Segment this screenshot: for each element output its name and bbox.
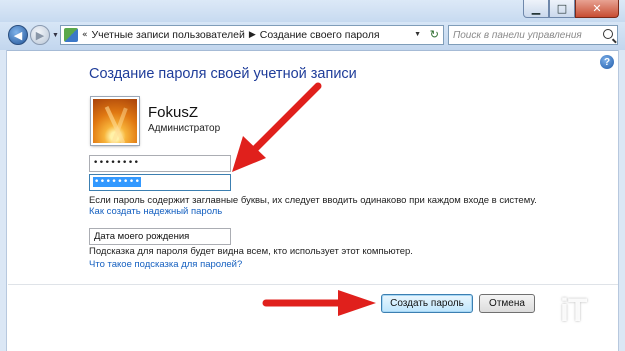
back-button[interactable]: ◀	[8, 25, 28, 45]
user-role: Администратор	[148, 123, 221, 134]
confirm-password-field[interactable]: ••••••••	[89, 174, 231, 191]
window-left-border	[0, 50, 7, 351]
search-box[interactable]	[448, 25, 618, 45]
address-dropdown-icon[interactable]: ▼	[414, 31, 421, 38]
minimize-button[interactable]: ▁	[523, 0, 549, 18]
arrow-to-password-fields	[232, 82, 322, 172]
control-panel-icon	[64, 28, 78, 42]
address-bar[interactable]: « Учетные записи пользователей ▶ Создани…	[60, 25, 444, 45]
forward-button[interactable]: ▶	[30, 25, 50, 45]
cancel-button[interactable]: Отмена	[479, 294, 535, 313]
user-name: FokusZ	[148, 104, 199, 121]
search-icon[interactable]	[603, 29, 613, 39]
recent-pages-chevron-icon[interactable]: ▼	[52, 32, 59, 39]
arrow-to-create-button	[262, 290, 376, 316]
new-password-field[interactable]: ••••••••	[89, 155, 231, 172]
breadcrumb-overflow[interactable]: «	[82, 30, 88, 40]
title-bar: ▁ □ ✕	[0, 0, 625, 22]
strong-password-link[interactable]: Как создать надежный пароль	[89, 206, 222, 217]
help-icon[interactable]: ?	[600, 55, 614, 69]
window-controls: ▁ □ ✕	[523, 0, 619, 18]
password-hint-field[interactable]: Дата моего рождения	[89, 228, 231, 245]
hint-visibility-note: Подсказка для пароля будет видна всем, к…	[89, 246, 413, 257]
create-password-button[interactable]: Создать пароль	[381, 294, 473, 313]
refresh-icon[interactable]: ↻	[430, 28, 439, 41]
navigation-bar: ◀ ▶ ▼ « Учетные записи пользователей ▶ С…	[0, 22, 625, 51]
breadcrumb-item-accounts[interactable]: Учетные записи пользователей	[92, 29, 245, 41]
footer-divider	[8, 284, 618, 285]
window-right-border	[618, 50, 625, 351]
site-logo: iT	[560, 292, 587, 328]
page-title: Создание пароля своей учетной записи	[89, 66, 357, 82]
breadcrumb-separator-icon[interactable]: ▶	[249, 30, 256, 40]
password-case-note: Если пароль содержит заглавные буквы, их…	[89, 195, 537, 206]
close-button[interactable]: ✕	[575, 0, 619, 18]
selected-text: ••••••••	[93, 177, 142, 187]
maximize-button[interactable]: □	[549, 0, 575, 18]
search-input[interactable]	[453, 27, 598, 43]
user-avatar	[91, 97, 139, 145]
what-is-hint-link[interactable]: Что такое подсказка для паролей?	[89, 259, 242, 270]
breadcrumb-item-current[interactable]: Создание своего пароля	[260, 29, 380, 41]
